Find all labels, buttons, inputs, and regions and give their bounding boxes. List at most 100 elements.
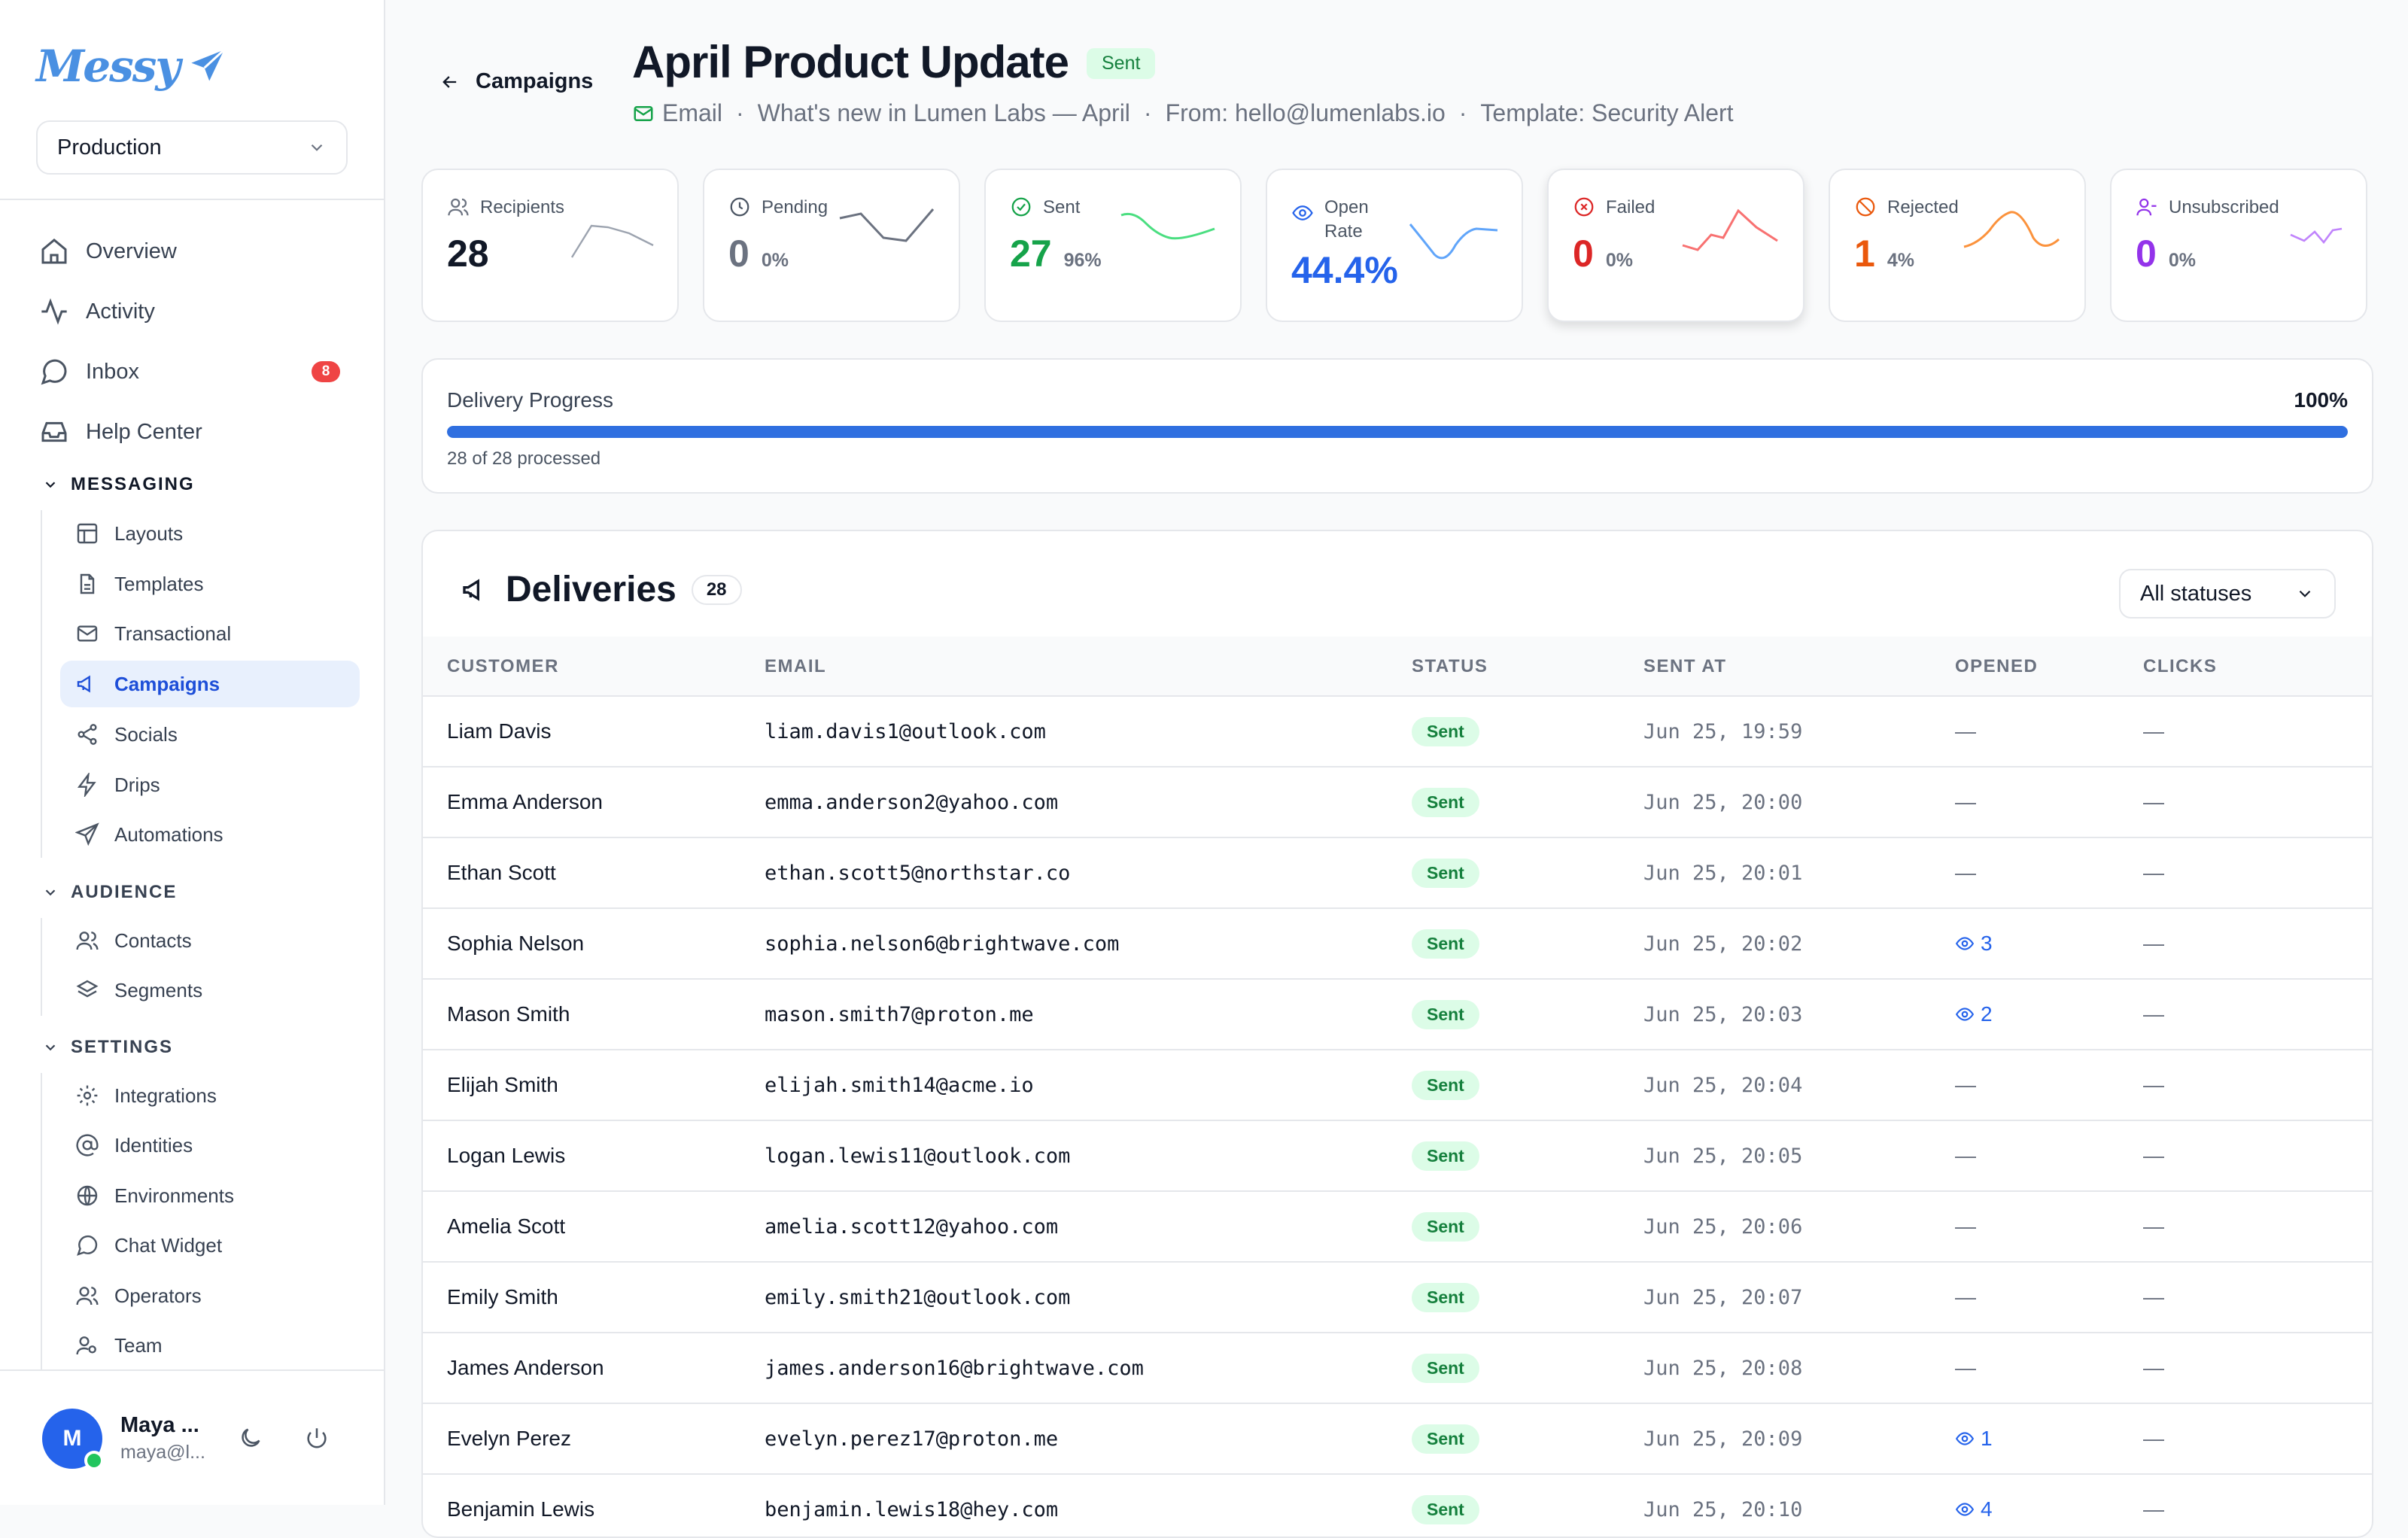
- opened-value: —: [1955, 790, 1976, 813]
- stat-label: Sent: [1043, 197, 1081, 217]
- user-email: maya@l...: [120, 1442, 205, 1463]
- table-row[interactable]: James Anderson james.anderson16@brightwav…: [423, 1333, 2372, 1404]
- nav-label: Activity: [86, 299, 155, 324]
- sidebar-item-identities[interactable]: Identities: [60, 1122, 360, 1169]
- opened-value: —: [1955, 861, 1976, 884]
- sidebar-item-label: Identities: [114, 1133, 193, 1157]
- eye-icon: [1955, 1432, 1975, 1445]
- sidebar-item-templates[interactable]: Templates: [60, 561, 360, 607]
- sidebar-item-contacts[interactable]: Contacts: [60, 917, 360, 964]
- sent-at: Jun 25, 20:10: [1643, 1497, 1803, 1521]
- sidebar-item-label: Drips: [114, 773, 160, 796]
- opened-indicator[interactable]: 1: [1955, 1427, 1993, 1451]
- section-messaging-toggle[interactable]: MESSAGING: [42, 474, 195, 495]
- send-icon: [75, 822, 99, 847]
- customer-name: Elijah Smith: [447, 1073, 558, 1096]
- customer-name: Evelyn Perez: [447, 1427, 571, 1450]
- status-filter-value: All statuses: [2140, 581, 2252, 606]
- table-row[interactable]: Emily Smith emily.smith21@outlook.com Sent…: [423, 1263, 2372, 1333]
- sent-at: Jun 25, 19:59: [1643, 719, 1803, 743]
- table-row[interactable]: Elijah Smith elijah.smith14@acme.io Sent Ju…: [423, 1050, 2372, 1121]
- nav-item-inbox[interactable]: Inbox: [39, 351, 139, 393]
- sidebar-item-layouts[interactable]: Layouts: [60, 510, 360, 557]
- stat-label: Recipients: [480, 197, 565, 217]
- sidebar-item-drips[interactable]: Drips: [60, 761, 360, 808]
- table-row[interactable]: Sophia Nelson sophia.nelson6@brightwave.c…: [423, 909, 2372, 980]
- chat-bubble-icon: [41, 359, 67, 385]
- sidebar-item-label: Operators: [114, 1284, 202, 1307]
- logout-button[interactable]: [304, 1425, 330, 1451]
- sent-at: Jun 25, 20:09: [1643, 1427, 1803, 1451]
- section-settings-toggle[interactable]: SETTINGS: [42, 1037, 173, 1058]
- lightning-icon: [77, 773, 96, 797]
- sidebar-item-automations[interactable]: Automations: [60, 811, 360, 858]
- sidebar-item-operators[interactable]: Operators: [60, 1272, 360, 1319]
- back-to-campaigns-link[interactable]: Campaigns: [439, 69, 593, 94]
- customer-email: elijah.smith14@acme.io: [765, 1073, 1034, 1097]
- sent-at: Jun 25, 20:00: [1643, 790, 1803, 814]
- table-row[interactable]: Amelia Scott amelia.scott12@yahoo.com Sent…: [423, 1192, 2372, 1263]
- table-row[interactable]: Mason Smith mason.smith7@proton.me Sent Jun…: [423, 980, 2372, 1050]
- column-header[interactable]: CUSTOMER: [447, 656, 559, 677]
- stat-card-recipients: Recipients 28: [421, 169, 679, 322]
- meta-separator: ·: [1143, 99, 1152, 126]
- delivery-status-badge: Sent: [1412, 787, 1479, 817]
- sparkline: [1120, 212, 1215, 240]
- deliveries-title: Deliveries: [506, 570, 676, 609]
- gear-icon: [77, 1085, 98, 1106]
- delivery-status-badge: Sent: [1412, 1141, 1479, 1171]
- opened-count: 4: [1981, 1497, 1993, 1521]
- table-row[interactable]: Evelyn Perez evelyn.perez17@proton.me Sent…: [423, 1404, 2372, 1475]
- column-header[interactable]: SENT AT: [1643, 656, 1727, 677]
- opened-indicator[interactable]: 3: [1955, 932, 1993, 956]
- progress-subtext: 28 of 28 processed: [447, 448, 601, 469]
- stat-percent: 0%: [761, 250, 789, 271]
- table-row[interactable]: Benjamin Lewis benjamin.lewis18@hey.com Se…: [423, 1475, 2372, 1536]
- column-header[interactable]: STATUS: [1412, 656, 1488, 677]
- theme-toggle-button[interactable]: [238, 1425, 263, 1451]
- table-row[interactable]: Logan Lewis logan.lewis11@outlook.com Sent…: [423, 1121, 2372, 1192]
- nav-item-help-center[interactable]: Help Center: [39, 411, 202, 453]
- opened-indicator[interactable]: 2: [1955, 1002, 1993, 1026]
- column-header[interactable]: CLICKS: [2143, 656, 2217, 677]
- customer-email: emily.smith21@outlook.com: [765, 1285, 1071, 1309]
- delivery-status-badge: Sent: [1412, 858, 1479, 888]
- table-row[interactable]: Ethan Scott ethan.scott5@northstar.co Sent…: [423, 838, 2372, 909]
- nav-label: Help Center: [86, 419, 202, 444]
- clicks-value: —: [2143, 1002, 2164, 1026]
- status-filter-select[interactable]: All statuses: [2119, 569, 2336, 619]
- stat-percent: 0%: [1605, 250, 1633, 271]
- chevron-down-icon: [311, 144, 323, 151]
- sidebar-item-label: Campaigns: [114, 672, 220, 695]
- sidebar-item-team[interactable]: Team: [60, 1322, 360, 1369]
- eye-icon: [1955, 1008, 1975, 1021]
- opened-count: 1: [1981, 1427, 1993, 1450]
- nav-item-activity[interactable]: Activity: [39, 290, 155, 333]
- column-header[interactable]: OPENED: [1955, 656, 2038, 677]
- sidebar-item-environments[interactable]: Environments: [60, 1172, 360, 1219]
- sidebar-item-segments[interactable]: Segments: [60, 967, 360, 1014]
- clicks-value: —: [2143, 719, 2164, 743]
- sidebar-item-socials[interactable]: Socials: [60, 711, 360, 758]
- table-row[interactable]: Liam Davis liam.davis1@outlook.com Sent Jun…: [423, 697, 2372, 767]
- environment-select[interactable]: Production: [36, 120, 348, 175]
- sidebar-item-chat-widget[interactable]: Chat Widget: [60, 1222, 360, 1269]
- sidebar-item-transactional[interactable]: Transactional: [60, 610, 360, 657]
- brand-logo[interactable]: Messy: [36, 41, 229, 92]
- opened-indicator[interactable]: 4: [1955, 1497, 1993, 1521]
- nav-item-overview[interactable]: Overview: [39, 230, 177, 272]
- delivery-status-badge: Sent: [1412, 999, 1479, 1029]
- table-row[interactable]: Emma Anderson emma.anderson2@yahoo.com Sen…: [423, 767, 2372, 838]
- column-header[interactable]: EMAIL: [765, 656, 826, 677]
- sent-at: Jun 25, 20:01: [1643, 861, 1803, 885]
- sparkline: [839, 208, 935, 242]
- stat-value: 0: [728, 233, 749, 275]
- delivery-status-badge: Sent: [1412, 716, 1479, 746]
- clicks-value: —: [2143, 1214, 2164, 1238]
- section-audience-toggle[interactable]: AUDIENCE: [42, 882, 177, 903]
- meta-channel: Email: [662, 99, 723, 126]
- inbox-badge: 8: [312, 361, 340, 382]
- sidebar-item-integrations[interactable]: Integrations: [60, 1072, 360, 1119]
- sidebar-item-campaigns[interactable]: Campaigns: [60, 661, 360, 707]
- sparkline: [1682, 208, 1778, 251]
